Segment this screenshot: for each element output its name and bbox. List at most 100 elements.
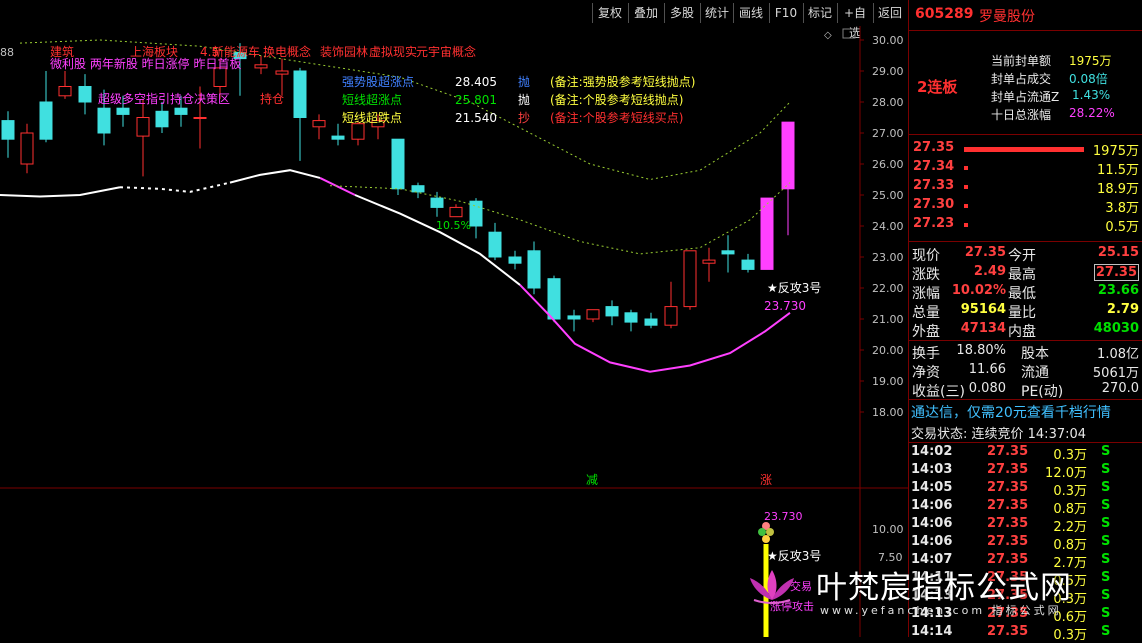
- quote-label: 涨幅: [912, 286, 940, 302]
- tick-volume: 12.0万: [1045, 466, 1087, 481]
- candle-body[interactable]: [547, 278, 561, 320]
- candle-body[interactable]: [781, 121, 795, 190]
- candle-body[interactable]: [155, 110, 169, 128]
- candle-body[interactable]: [1, 120, 15, 140]
- kline-chart[interactable]: 30.00 29.00 28.00 27.00 26.00 25.00 24.00 23.00…: [0, 26, 908, 637]
- candle-body[interactable]: [78, 86, 92, 103]
- toolbar-button-2[interactable]: 多股: [664, 3, 699, 23]
- fund-label: 换手: [912, 346, 940, 362]
- candle-body[interactable]: [683, 250, 697, 308]
- candle-body[interactable]: [136, 117, 150, 137]
- candle-body[interactable]: [449, 206, 463, 218]
- tick-row[interactable]: 14:06 27.35 0.8万 S: [909, 534, 1142, 553]
- candle-body[interactable]: [351, 123, 365, 140]
- candle-body[interactable]: [527, 250, 541, 289]
- candle-body[interactable]: [488, 231, 502, 258]
- candle-body[interactable]: [254, 64, 268, 69]
- quote-label: 最低: [1008, 286, 1036, 302]
- quote-label: 最高: [1008, 267, 1036, 283]
- candle-body[interactable]: [312, 120, 326, 128]
- toolbar-button-5[interactable]: F10: [769, 3, 802, 23]
- scroll-icon[interactable]: [842, 28, 856, 39]
- fund-value: 5061万: [1092, 366, 1139, 381]
- tick-time: 14:02: [911, 444, 953, 459]
- candle-body[interactable]: [741, 259, 755, 270]
- promo-text[interactable]: 通达信，仅需20元查看千档行情: [911, 402, 1111, 422]
- candle-body[interactable]: [605, 306, 619, 317]
- candle-body[interactable]: [20, 132, 34, 165]
- bid-volume: 0.5万: [1105, 220, 1139, 235]
- quote-row: 现价 27.35 今开 25.15: [909, 245, 1142, 264]
- chart-toolbar: 复权 叠加 多股 统计 画线 F10 标记 +自选 返回: [0, 0, 908, 40]
- candle-body[interactable]: [644, 318, 658, 326]
- tick-row[interactable]: 14:02 27.35 0.3万 S: [909, 444, 1142, 463]
- signal-label: 短线超涨点: [342, 92, 402, 107]
- counter-attack-label: ★反攻3号: [767, 281, 821, 295]
- signal-value: 21.540: [455, 111, 497, 125]
- candle-body[interactable]: [331, 135, 345, 140]
- orderbook-row[interactable]: 27.23 0.5万: [909, 216, 1142, 235]
- seal-amount: 1975万: [1069, 54, 1112, 68]
- candle-body[interactable]: [760, 197, 774, 270]
- toolbar-button-4[interactable]: 画线: [733, 3, 768, 23]
- quote-value: 48030: [1093, 321, 1139, 336]
- candle-body[interactable]: [567, 315, 581, 320]
- tick-row[interactable]: 14:03 27.35 12.0万 S: [909, 462, 1142, 481]
- fund-value: 11.66: [968, 362, 1006, 377]
- tick-volume: 0.3万: [1053, 484, 1087, 499]
- left-marker: 88: [0, 46, 14, 59]
- orderbook-row[interactable]: 27.34 11.5万: [909, 159, 1142, 178]
- candle-body[interactable]: [411, 185, 425, 193]
- tick-volume: 0.8万: [1053, 538, 1087, 553]
- bid-volume: 3.8万: [1105, 201, 1139, 216]
- toolbar-button-1[interactable]: 叠加: [628, 3, 663, 23]
- candle-body[interactable]: [39, 101, 53, 140]
- seal-amount-label: 当前封单额: [991, 54, 1052, 68]
- tick-volume: 0.8万: [1053, 502, 1087, 517]
- candle-body[interactable]: [664, 306, 678, 326]
- toolbar-button-0[interactable]: 复权: [592, 3, 627, 23]
- toolbar-button-3[interactable]: 统计: [700, 3, 733, 23]
- candle-body[interactable]: [702, 259, 716, 264]
- strategy-note: 超级多空指引持仓决策区: [98, 91, 230, 106]
- tick-side: S: [1101, 462, 1111, 477]
- trade-status: 交易状态: 连续竞价 14:37:04: [909, 423, 1142, 442]
- y-tick-label: 18.00: [872, 406, 904, 419]
- watermark: 叶梵宸指标公式网 www.yefanchen.com 指标公式网: [742, 562, 1142, 637]
- candle-body[interactable]: [193, 117, 207, 119]
- orderbook-row[interactable]: 27.30 3.8万: [909, 197, 1142, 216]
- quote-label: 量比: [1008, 305, 1036, 321]
- candle-body[interactable]: [293, 70, 307, 118]
- y-tick-label: 27.00: [872, 127, 904, 140]
- candle-body[interactable]: [391, 138, 405, 190]
- tick-row[interactable]: 14:06 27.35 2.2万 S: [909, 516, 1142, 535]
- candle-body[interactable]: [721, 250, 735, 255]
- candle-body[interactable]: [586, 309, 600, 320]
- orderbook-row[interactable]: 27.35 1975万: [909, 140, 1142, 159]
- toolbar-button-7[interactable]: +自选: [837, 3, 872, 40]
- candle-body[interactable]: [97, 107, 111, 134]
- lotus-icon: [750, 570, 794, 604]
- quote-row: 涨幅 10.02% 最低 23.66: [909, 283, 1142, 302]
- promo-banner[interactable]: 通达信，仅需20元查看千档行情: [909, 402, 1142, 422]
- seal-float-label: 封单占流通Z: [991, 90, 1060, 104]
- candle-body[interactable]: [174, 107, 188, 115]
- candle-body[interactable]: [275, 70, 289, 75]
- quote-value: 2.49: [973, 264, 1006, 279]
- seal-float: 1.43%: [1072, 88, 1111, 102]
- candle-body[interactable]: [508, 256, 522, 264]
- tick-row[interactable]: 14:05 27.35 0.3万 S: [909, 480, 1142, 499]
- quote-value: 25.15: [1097, 245, 1139, 260]
- quote-value: 27.35: [964, 245, 1006, 260]
- quote-row: 总量 95164 量比 2.79: [909, 302, 1142, 321]
- candle-body[interactable]: [469, 200, 483, 227]
- tick-row[interactable]: 14:06 27.35 0.8万 S: [909, 498, 1142, 517]
- toolbar-button-6[interactable]: 标记: [803, 3, 836, 23]
- quote-label: 现价: [912, 248, 940, 264]
- candle-body[interactable]: [624, 312, 638, 323]
- toolbar-button-8[interactable]: 返回: [873, 3, 906, 23]
- orderbook-row[interactable]: 27.33 18.9万: [909, 178, 1142, 197]
- candle-body[interactable]: [58, 86, 72, 97]
- candle-body[interactable]: [116, 107, 130, 115]
- candle-body[interactable]: [430, 197, 444, 208]
